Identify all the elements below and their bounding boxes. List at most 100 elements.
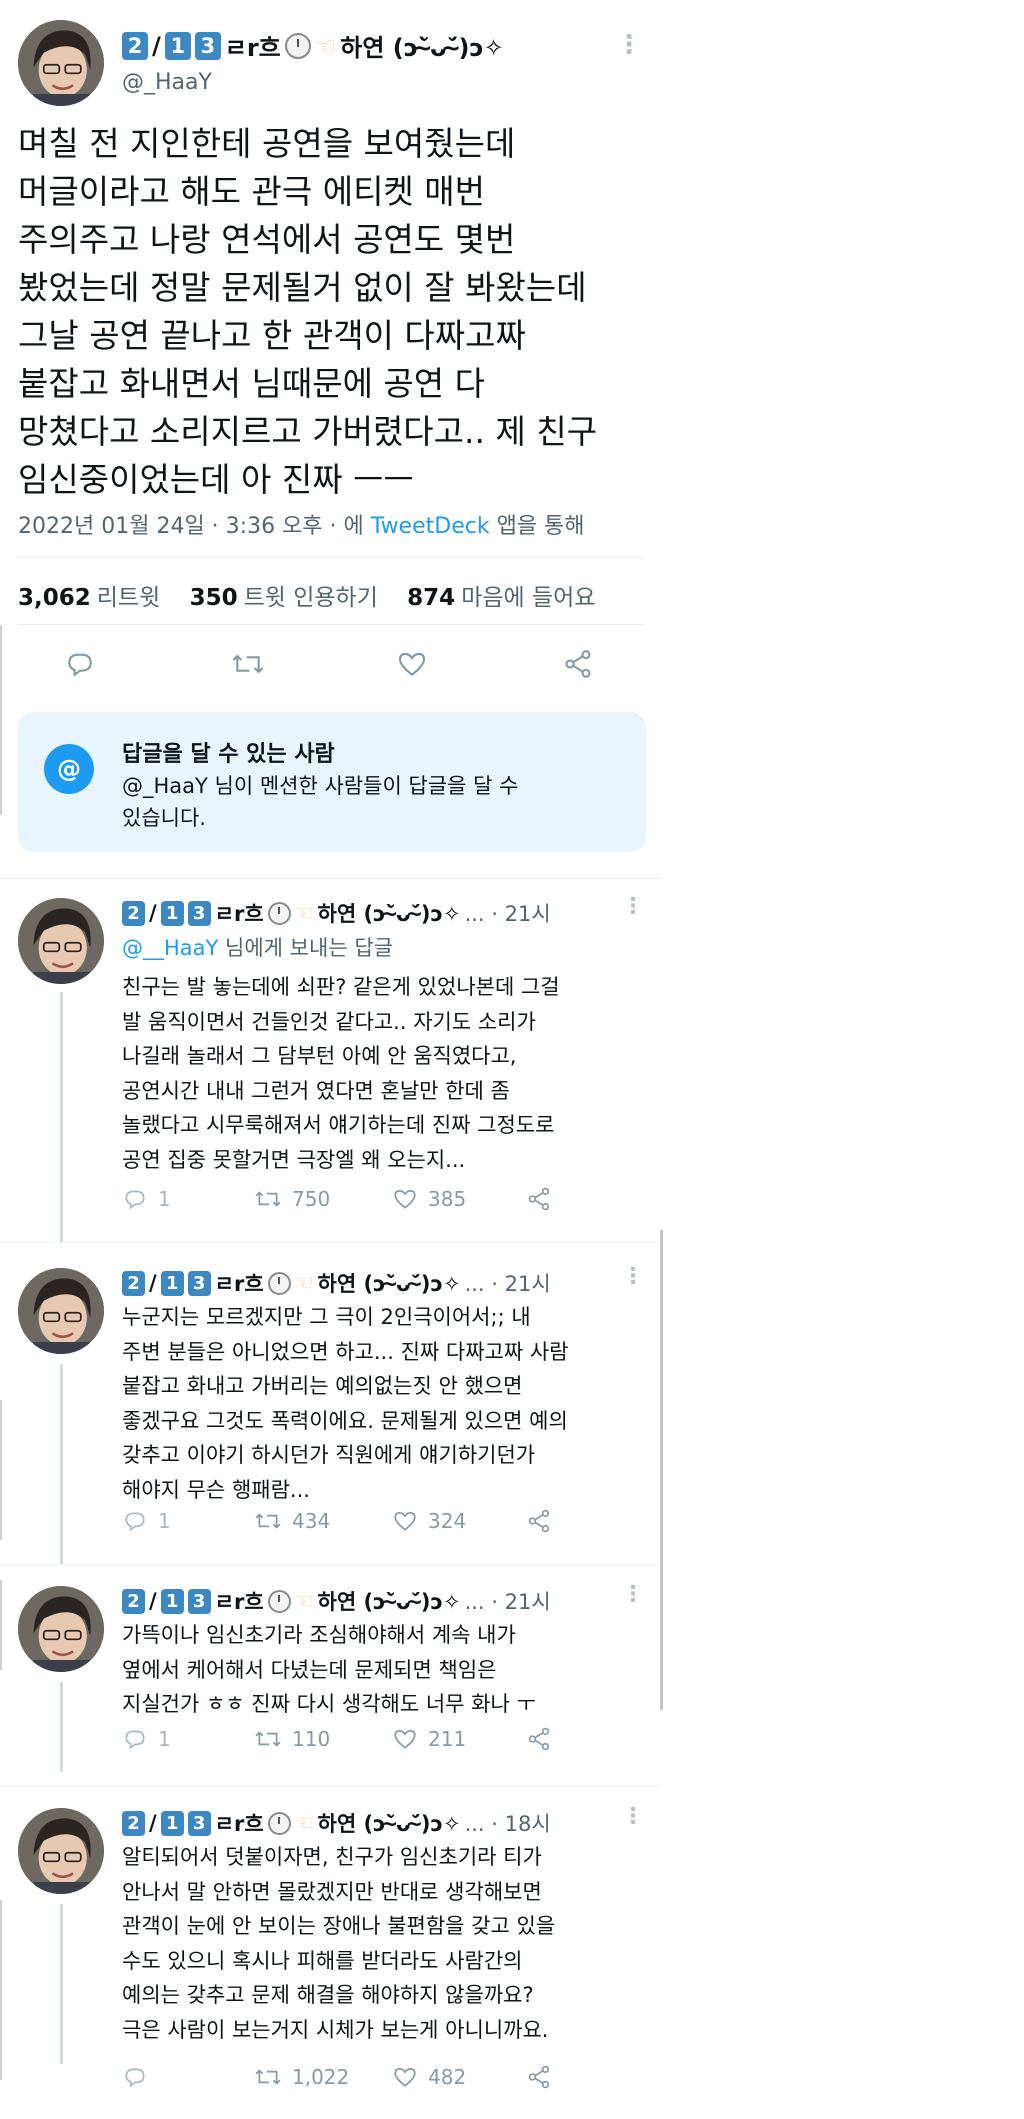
reply-time: ... · 21시	[464, 902, 551, 926]
pointing-finger-icon: ☜	[294, 901, 314, 925]
reply-button[interactable]: 1	[122, 1726, 171, 1752]
avatar[interactable]	[18, 898, 104, 984]
divider	[18, 556, 644, 557]
display-name[interactable]: 2 / 1 3 ㄹr흐 ☜ 하연 (ɔ˘̴̀ᴗ˘̴́)ɔ✧ ... · 18시	[122, 1808, 551, 1838]
pointing-finger-icon: ☜	[314, 31, 337, 60]
number-badge: 3	[187, 1810, 211, 1836]
share-button[interactable]	[526, 1508, 552, 1534]
avatar-image	[18, 20, 104, 106]
reply-button[interactable]	[122, 2064, 158, 2090]
share-icon	[565, 650, 591, 678]
reply-button[interactable]	[64, 648, 96, 680]
reply-text: 누군지는 모르겠지만 그 극이 2인극이어서;; 내 주변 분들은 아니었으면 …	[122, 1305, 569, 1502]
avatar[interactable]	[18, 20, 104, 106]
reply-time: ... · 21시	[464, 1272, 551, 1296]
scrollbar[interactable]	[660, 1230, 663, 1710]
tweet-text-line: 머글이라고 해도 관극 에티켓 매번	[18, 172, 485, 211]
like-button[interactable]: 482	[392, 2064, 466, 2090]
reply-button[interactable]: 1	[122, 1186, 171, 1212]
share-button[interactable]	[526, 1726, 552, 1752]
tweet-date: 2022년 01월 24일 · 3:36 오후 · 에	[18, 514, 364, 539]
tweet-column: 2 / 1 3 ㄹr흐 ☜ 하연 (ɔ˘̴̀ᴗ˘̴́)ɔ✧ @_HaaY ⋮ 며…	[0, 0, 660, 2119]
more-vertical-icon[interactable]: ⋮	[622, 896, 644, 918]
mention-icon: @	[44, 744, 94, 794]
reply-icon	[68, 653, 92, 677]
divider	[0, 878, 660, 879]
display-name[interactable]: 2 / 1 3 ㄹr흐 ☜ 하연 (ɔ˘̴̀ᴗ˘̴́)ɔ✧	[122, 28, 504, 63]
heart-icon	[394, 1190, 416, 1209]
retweet-icon	[232, 654, 264, 674]
tweet-text-line: 봤었는데 정말 문제될거 없이 잘 봐왔는데	[18, 268, 587, 307]
like-count[interactable]: 874 마음에 들어요	[407, 585, 595, 611]
like-button[interactable]: 211	[392, 1726, 466, 1752]
divider	[0, 1564, 660, 1565]
edge-marker	[0, 625, 2, 815]
user-handle[interactable]: @_HaaY	[122, 70, 212, 95]
avatar[interactable]	[18, 1586, 104, 1672]
quote-count[interactable]: 350 트윗 인용하기	[190, 585, 378, 611]
edge-marker	[0, 1580, 2, 1670]
reply-actions: 1 110 211	[0, 1726, 660, 1766]
heart-icon	[394, 1730, 416, 1749]
reply-to: @__HaaY 님에게 보내는 답글	[122, 936, 393, 960]
tweet-text-line: 그날 공연 끝나고 한 관객이 다짜고짜	[18, 316, 526, 355]
more-vertical-icon[interactable]: ⋮	[622, 1806, 644, 1828]
display-name[interactable]: 2 / 1 3 ㄹr흐 ☜ 하연 (ɔ˘̴̀ᴗ˘̴́)ɔ✧ ... · 21시	[122, 898, 551, 928]
pointing-finger-icon: ☜	[294, 1811, 314, 1835]
reply-time: ... · 18시	[464, 1812, 551, 1836]
number-badge: 1	[160, 1810, 184, 1836]
number-badge: 2	[122, 900, 145, 926]
client-link[interactable]: TweetDeck	[371, 514, 490, 539]
like-button[interactable]: 385	[392, 1186, 466, 1212]
share-button[interactable]	[562, 648, 594, 680]
retweet-count[interactable]: 3,062 리트윗	[18, 585, 160, 611]
display-name[interactable]: 2 / 1 3 ㄹr흐 ☜ 하연 (ɔ˘̴̀ᴗ˘̴́)ɔ✧ ... · 21시	[122, 1268, 551, 1298]
retweet-icon	[255, 1731, 281, 1747]
name-extra: ㄹr흐	[224, 34, 281, 62]
tweet-stats: 3,062 리트윗 350 트윗 인용하기 874 마음에 들어요	[18, 578, 617, 612]
retweet-button[interactable]	[230, 648, 266, 680]
reply-restriction-notice: @ 답글을 달 수 있는 사람 @_HaaY 님이 멘션한 사람들이 답글을 달…	[18, 712, 646, 852]
avatar[interactable]	[18, 1808, 104, 1894]
heart-icon	[398, 652, 426, 677]
share-icon	[528, 1509, 550, 1533]
reply-to-handle[interactable]: @__HaaY	[122, 936, 218, 960]
share-button[interactable]	[526, 2064, 552, 2090]
heart-icon	[394, 2068, 416, 2087]
reply-icon	[125, 2068, 145, 2088]
clock-icon	[267, 1271, 291, 1295]
number-badge: 1	[164, 31, 191, 60]
like-button[interactable]: 324	[392, 1508, 466, 1534]
more-vertical-icon[interactable]: ⋮	[622, 1266, 644, 1288]
retweet-button[interactable]: 750	[254, 1186, 330, 1212]
more-vertical-icon[interactable]: ⋮	[622, 1584, 644, 1606]
number-badge: 2	[122, 1270, 145, 1296]
reply-text: 가뜩이나 임신초기라 조심해야해서 계속 내가 옆에서 케어해서 다녔는데 문제…	[122, 1623, 536, 1716]
number-badge: 3	[194, 31, 221, 60]
retweet-button[interactable]: 1,022	[254, 2064, 349, 2090]
reply-actions: 1 750 385	[0, 1186, 660, 1226]
client-suffix: 앱을 통해	[496, 514, 585, 539]
share-icon	[528, 1187, 550, 1211]
clock-icon	[267, 1589, 291, 1613]
retweet-button[interactable]: 434	[254, 1508, 330, 1534]
retweet-icon	[255, 2069, 281, 2085]
tweet-meta: 2022년 01월 24일 · 3:36 오후 · 에 TweetDeck 앱을…	[18, 508, 585, 540]
tweet-text-line: 며칠 전 지인한테 공연을 보여줬는데	[18, 124, 516, 163]
reply-time: ... · 21시	[464, 1590, 551, 1614]
share-button[interactable]	[526, 1186, 552, 1212]
number-badge: 3	[187, 1270, 211, 1296]
avatar[interactable]	[18, 1268, 104, 1354]
like-button[interactable]	[396, 648, 428, 680]
number-badge: 1	[160, 1588, 184, 1614]
display-name[interactable]: 2 / 1 3 ㄹr흐 ☜ 하연 (ɔ˘̴̀ᴗ˘̴́)ɔ✧ ... · 21시	[122, 1586, 551, 1616]
number-badge: 2	[122, 1810, 145, 1836]
slash-text: /	[152, 31, 161, 60]
display-name-text: 하연 (ɔ˘̴̀ᴗ˘̴́)ɔ✧	[340, 34, 504, 62]
number-badge: 2	[122, 1588, 145, 1614]
retweet-button[interactable]: 110	[254, 1726, 330, 1752]
more-vertical-icon[interactable]: ⋮	[616, 32, 642, 58]
notice-body: @_HaaY 님이 멘션한 사람들이 답글을 달 수 있습니다.	[122, 774, 519, 830]
reply-button[interactable]: 1	[122, 1508, 171, 1534]
number-badge: 2	[122, 31, 148, 60]
